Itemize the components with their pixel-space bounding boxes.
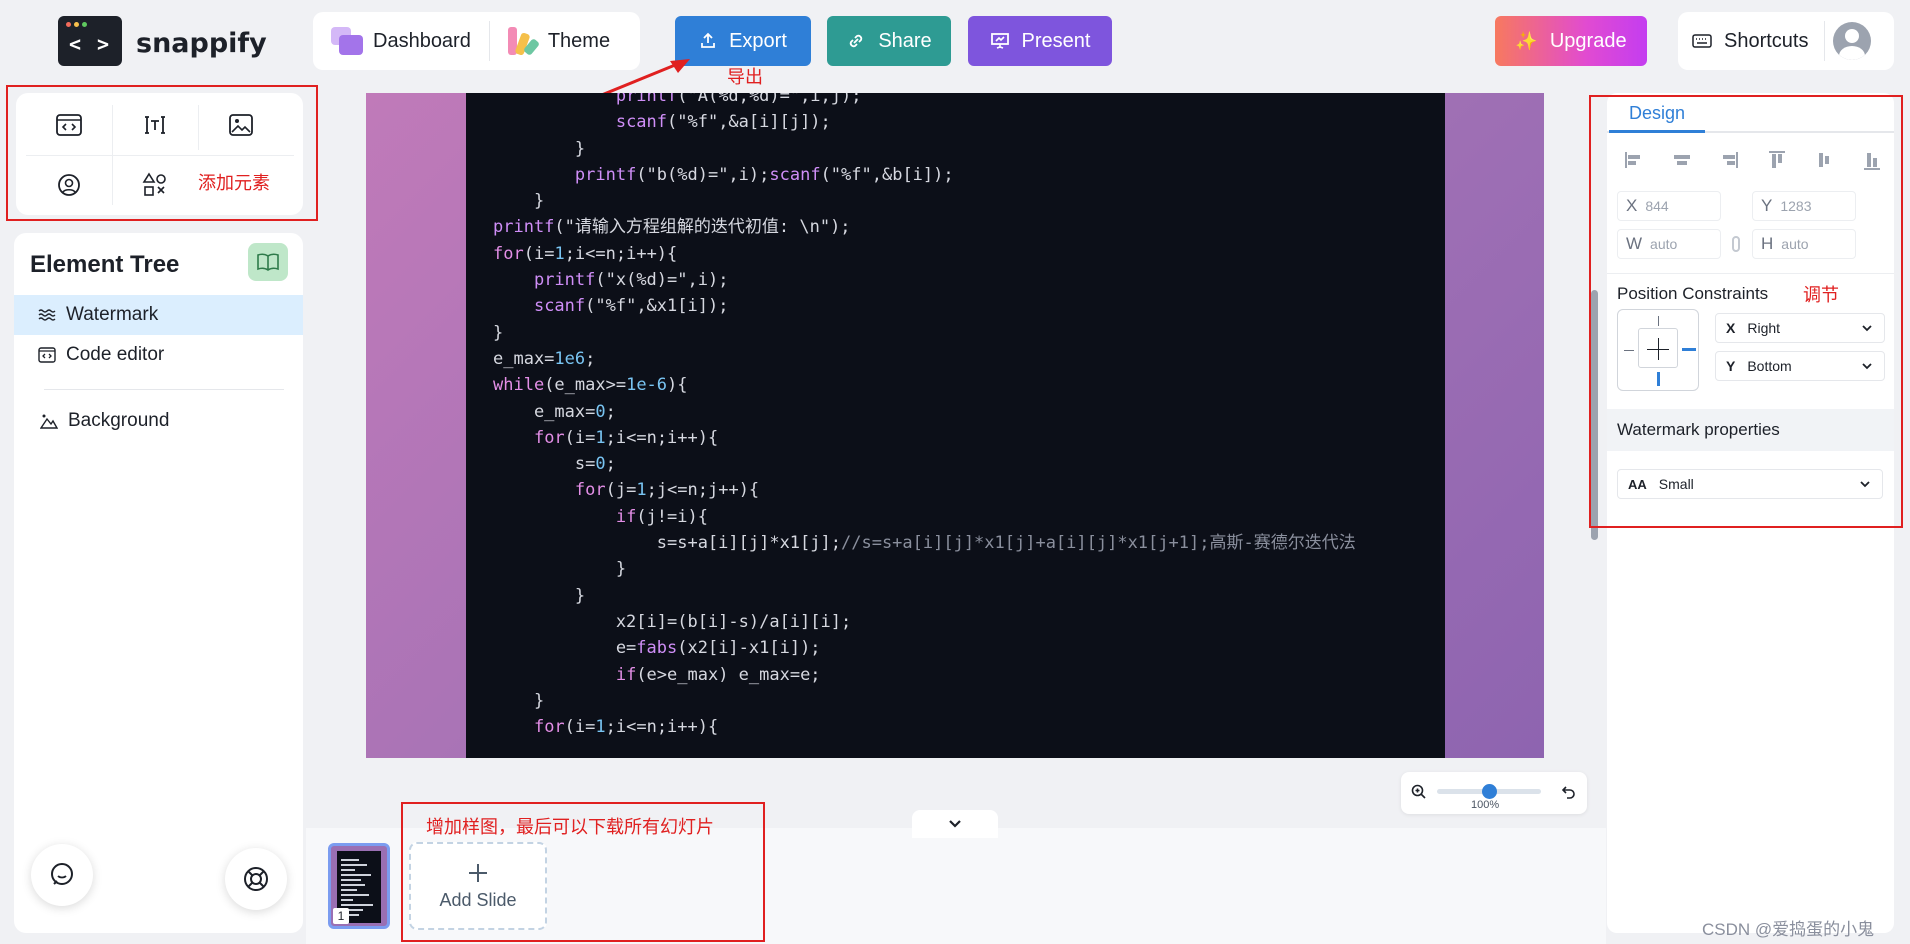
window-dots [66, 22, 87, 27]
code-line: s=s+a[i][j]*x1[j];//s=s+a[i][j]*x1[j]+a[… [493, 533, 1356, 554]
footer-watermark: CSDN @爱捣蛋的小鬼 [1702, 920, 1875, 939]
dashboard-button[interactable]: Dashboard [313, 12, 489, 70]
upgrade-label: Upgrade [1549, 29, 1627, 52]
code-line: } [493, 690, 545, 711]
docs-button[interactable] [248, 243, 288, 281]
link-icon [850, 34, 863, 48]
tree-item-label: Watermark [66, 304, 159, 325]
code-line: } [493, 585, 586, 606]
code-line: if(j!=i){ [615, 506, 708, 527]
book-open-icon [257, 253, 279, 271]
sparkles-icon: ✨ [1515, 30, 1538, 51]
code-editor[interactable]: printf("A(%d,%d)=",i,j); scanf("%f",&a[i… [466, 93, 1445, 758]
upgrade-button[interactable]: ✨ Upgrade [1495, 16, 1647, 66]
code-content[interactable]: printf("A(%d,%d)=",i,j); scanf("%f",&a[i… [493, 93, 1356, 740]
code-line: for(i=1;i<=n;i++){ [533, 717, 719, 738]
keyboard-icon [1692, 34, 1712, 48]
shortcuts-label: Shortcuts [1724, 29, 1809, 52]
tree-item-code-editor[interactable]: Code editor [14, 335, 303, 375]
code-line: printf("请输入方程组解的迭代初值: \n"); [493, 217, 851, 238]
lifebuoy-icon [244, 867, 268, 891]
annotation-export: 导出 [727, 67, 763, 88]
annotation-box-design [1589, 95, 1903, 528]
tree-item-label: Background [68, 410, 170, 431]
tree-divider [44, 389, 284, 390]
code-line: s=0; [493, 454, 616, 475]
logo-glyph: < > [68, 32, 112, 56]
slide-number: 1 [333, 908, 349, 924]
present-button[interactable]: Present [968, 16, 1112, 66]
chat-icon [51, 863, 73, 885]
theme-label: Theme [547, 29, 611, 52]
slide-thumbnail[interactable]: 1 [328, 843, 390, 929]
chevron-down-icon [949, 820, 961, 828]
slide-canvas[interactable]: printf("A(%d,%d)=",i,j); scanf("%f",&a[i… [366, 93, 1544, 758]
code-line: while(e_max>=1e-6){ [493, 375, 688, 396]
code-line: x2[i]=(b[i]-s)/a[i][i]; [493, 611, 852, 632]
code-line: e_max=1e6; [493, 348, 596, 369]
present-label: Present [1021, 29, 1091, 52]
code-line: for(i=1;i<=n;i++){ [493, 243, 678, 264]
waves-icon [38, 309, 56, 321]
code-line: if(e>e_max) e_max=e; [615, 664, 821, 685]
code-line: e_max=0; [493, 401, 616, 422]
upload-icon [701, 32, 715, 48]
zoom-slider-thumb[interactable] [1482, 784, 1497, 799]
dashboard-icon [331, 27, 363, 55]
export-label: Export [729, 29, 787, 52]
annotation-box-add-elements [6, 85, 318, 221]
code-line: scanf("%f",&x1[i]); [533, 296, 729, 317]
user-avatar[interactable] [1833, 22, 1872, 60]
tree-item-watermark[interactable]: Watermark [14, 295, 303, 335]
help-button[interactable] [225, 848, 287, 910]
element-tree-panel: Element Tree Watermark Code editor Backg… [14, 233, 303, 933]
code-line: } [493, 191, 545, 212]
mountain-icon [40, 414, 58, 429]
code-line: printf("A(%d,%d)=",i,j); [615, 93, 862, 106]
code-line: printf("b(%d)=",i);scanf("%f",&b[i]); [574, 164, 954, 185]
palette-icon [507, 27, 540, 57]
chat-button[interactable] [31, 844, 93, 906]
code-line: } [493, 138, 586, 159]
zoom-in-icon[interactable] [1411, 784, 1427, 800]
brand-name: snappify [136, 28, 267, 59]
zoom-level: 100% [1471, 799, 1500, 811]
code-line: } [493, 559, 627, 580]
code-editor-icon [38, 347, 56, 363]
code-line: scanf("%f",&a[i][j]); [615, 112, 831, 133]
tree-item-label: Code editor [66, 344, 165, 365]
code-line: e=fabs(x2[i]-x1[i]); [493, 638, 821, 659]
shortcuts-button[interactable]: Shortcuts [1678, 30, 1824, 53]
shortcuts-divider [1824, 21, 1826, 61]
annotation-add-slide: 增加样图，最后可以下载所有幻灯片 [426, 817, 714, 838]
code-line: for(i=1;i<=n;i++){ [533, 427, 719, 448]
shortcuts-group: Shortcuts [1678, 12, 1894, 70]
presentation-icon [990, 33, 1009, 49]
collapse-slides-button[interactable] [912, 810, 998, 838]
share-button[interactable]: Share [827, 16, 951, 66]
tree-item-background[interactable]: Background [14, 401, 303, 441]
element-tree-title: Element Tree [30, 251, 180, 278]
share-label: Share [878, 29, 932, 52]
undo-icon[interactable] [1561, 784, 1577, 800]
code-line: } [493, 322, 504, 343]
code-line: for(j=1;j<=n;j++){ [574, 480, 760, 501]
code-line: printf("x(%d)=",i); [533, 270, 729, 291]
zoom-control: 100% [1401, 772, 1587, 814]
app-logo[interactable]: < > [58, 16, 122, 66]
dashboard-label: Dashboard [373, 29, 471, 52]
